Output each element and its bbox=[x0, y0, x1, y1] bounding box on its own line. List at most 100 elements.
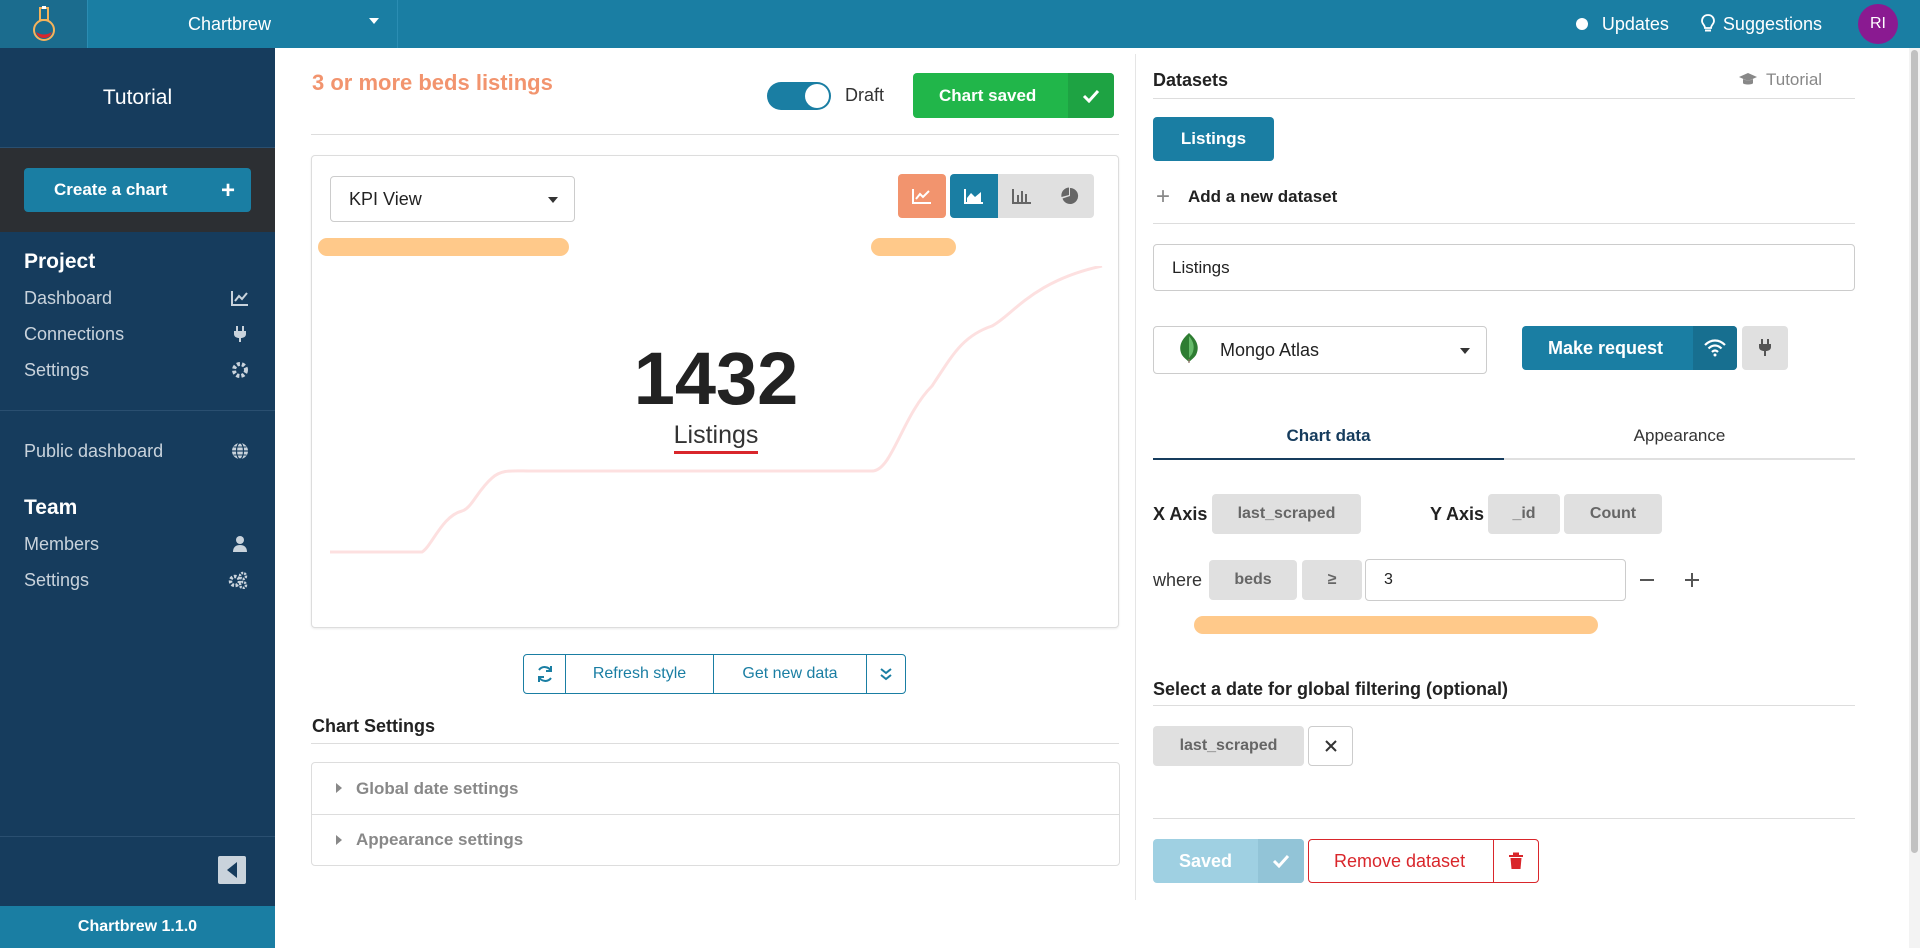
sidebar-item-public-dashboard[interactable]: Public dashboard bbox=[0, 433, 275, 469]
draft-label: Draft bbox=[845, 85, 885, 105]
pie-chart-type-button[interactable] bbox=[1046, 174, 1094, 218]
tab-chart-data[interactable]: Chart data bbox=[1153, 414, 1504, 460]
accordion-label: Appearance settings bbox=[356, 830, 524, 849]
sidebar-item-connections[interactable]: Connections bbox=[0, 316, 275, 352]
tutorial-label: Tutorial bbox=[1766, 70, 1823, 89]
sidebar-item-members[interactable]: Members bbox=[0, 526, 275, 562]
project-name: Chartbrew bbox=[188, 13, 272, 34]
sidebar-item-team-settings[interactable]: Settings bbox=[0, 562, 275, 598]
graduation-cap-icon bbox=[1739, 73, 1757, 85]
dataset-saved-button[interactable]: Saved bbox=[1153, 839, 1304, 883]
checkmark-icon bbox=[1258, 839, 1304, 883]
tutorial-link[interactable]: Tutorial bbox=[1738, 70, 1822, 90]
bar-chart-type-button[interactable] bbox=[998, 174, 1046, 218]
mongodb-logo bbox=[1180, 333, 1198, 363]
project-dropdown[interactable]: Chartbrew bbox=[88, 0, 398, 48]
suggestions-link[interactable]: Suggestions bbox=[1685, 0, 1838, 48]
globe-icon bbox=[232, 442, 248, 460]
chart-view-value: KPI View bbox=[349, 188, 422, 209]
sidebar-item-label: Settings bbox=[24, 359, 90, 380]
plus-icon: + bbox=[1156, 183, 1171, 210]
circle-icon bbox=[1575, 18, 1588, 30]
user-avatar[interactable]: RI bbox=[1858, 4, 1898, 44]
caret-right-icon bbox=[336, 835, 342, 845]
connection-select[interactable]: Mongo Atlas bbox=[1153, 326, 1487, 374]
date-field-chip[interactable]: last_scraped bbox=[1153, 726, 1304, 766]
create-chart-button[interactable]: Create a chart + bbox=[24, 168, 251, 212]
area-chart-type-button[interactable] bbox=[950, 174, 998, 218]
dataset-name-input[interactable]: Listings bbox=[1153, 244, 1855, 291]
condition-operator-chip[interactable]: ≥ bbox=[1302, 560, 1362, 600]
chart-line-icon bbox=[231, 291, 248, 306]
chart-saved-button[interactable]: Chart saved bbox=[913, 73, 1114, 118]
connection-name: Mongo Atlas bbox=[1220, 339, 1320, 360]
trash-icon bbox=[1493, 840, 1538, 882]
remove-dataset-button[interactable]: Remove dataset bbox=[1308, 839, 1539, 883]
condition-value-input[interactable]: 3 bbox=[1365, 559, 1626, 601]
x-axis-field-chip[interactable]: last_scraped bbox=[1212, 494, 1361, 534]
condition-field-chip[interactable]: beds bbox=[1209, 560, 1297, 600]
remove-condition-button[interactable] bbox=[1640, 566, 1654, 594]
add-dataset-button[interactable]: + Add a new dataset bbox=[1156, 183, 1337, 211]
chartbrew-logo[interactable] bbox=[0, 0, 88, 48]
dataset-tabs: Chart data Appearance bbox=[1153, 414, 1855, 460]
sidebar-item-label: Dashboard bbox=[24, 287, 113, 308]
pie-chart-icon bbox=[1061, 187, 1079, 204]
wifi-icon bbox=[1693, 326, 1737, 370]
clear-date-field-button[interactable] bbox=[1308, 726, 1353, 766]
line-chart-icon bbox=[912, 189, 931, 204]
chart-saved-label: Chart saved bbox=[939, 85, 1037, 105]
add-condition-button[interactable] bbox=[1685, 566, 1699, 594]
gears-icon bbox=[228, 571, 248, 589]
make-request-button[interactable]: Make request bbox=[1522, 326, 1737, 370]
project-heading: Project bbox=[24, 250, 96, 273]
sidebar-item-label: Public dashboard bbox=[24, 440, 164, 461]
x-axis-label: X Axis bbox=[1153, 504, 1208, 524]
bar-chart-icon bbox=[1012, 189, 1031, 204]
connection-settings-button[interactable] bbox=[1742, 326, 1788, 370]
updates-label: Updates bbox=[1601, 13, 1669, 34]
dataset-tab-listings[interactable]: Listings bbox=[1153, 117, 1274, 161]
version-label: Chartbrew 1.1.0 bbox=[0, 906, 275, 948]
y-axis-label: Y Axis bbox=[1430, 504, 1485, 524]
team-heading: Team bbox=[24, 496, 78, 519]
sidebar-item-settings[interactable]: Settings bbox=[0, 352, 275, 388]
chart-title[interactable]: 3 or more beds listings bbox=[312, 70, 553, 96]
chart-view-select[interactable]: KPI View bbox=[330, 176, 575, 222]
gear-icon bbox=[232, 362, 248, 378]
global-date-settings-toggle[interactable]: Global date settings bbox=[312, 763, 1119, 814]
plug-icon bbox=[1759, 339, 1771, 356]
chart-type-selector bbox=[898, 174, 1094, 218]
chart-refresh-button-group: Refresh style Get new data bbox=[523, 654, 906, 694]
create-chart-label: Create a chart bbox=[54, 180, 168, 199]
line-chart-type-button[interactable] bbox=[898, 174, 946, 218]
get-new-data-button[interactable]: Get new data bbox=[714, 655, 867, 693]
sidebar-project-title: Tutorial bbox=[0, 48, 275, 148]
sync-icon[interactable] bbox=[524, 655, 566, 693]
chart-settings-accordion: Global date settings Appearance settings bbox=[311, 762, 1120, 866]
minus-icon bbox=[1640, 579, 1654, 581]
draft-toggle[interactable] bbox=[767, 82, 831, 110]
sidebar-item-dashboard[interactable]: Dashboard bbox=[0, 280, 275, 316]
loading-placeholder-bar bbox=[871, 238, 956, 256]
tab-appearance[interactable]: Appearance bbox=[1504, 414, 1855, 458]
sidebar-item-label: Settings bbox=[24, 569, 90, 590]
page-scrollbar[interactable] bbox=[1909, 48, 1920, 948]
close-icon bbox=[1324, 740, 1337, 752]
collapse-sidebar-button[interactable] bbox=[218, 856, 246, 884]
y-axis-operation-chip[interactable]: Count bbox=[1564, 494, 1662, 534]
refresh-style-button[interactable]: Refresh style bbox=[566, 655, 714, 693]
user-icon bbox=[233, 536, 247, 552]
dataset-saved-label: Saved bbox=[1179, 850, 1233, 871]
flask-logo-icon bbox=[32, 6, 55, 41]
loading-placeholder-bar bbox=[318, 238, 569, 256]
plus-icon: + bbox=[220, 177, 235, 204]
area-chart-icon bbox=[964, 189, 983, 204]
make-request-label: Make request bbox=[1548, 337, 1664, 358]
y-axis-field-chip[interactable]: _id bbox=[1488, 494, 1560, 534]
double-chevron-down-icon[interactable] bbox=[867, 655, 905, 693]
updates-link[interactable]: Updates bbox=[1560, 0, 1685, 48]
chart-settings-title: Chart Settings bbox=[312, 716, 436, 736]
appearance-settings-toggle[interactable]: Appearance settings bbox=[312, 814, 1119, 865]
sidebar-item-label: Members bbox=[24, 533, 100, 554]
